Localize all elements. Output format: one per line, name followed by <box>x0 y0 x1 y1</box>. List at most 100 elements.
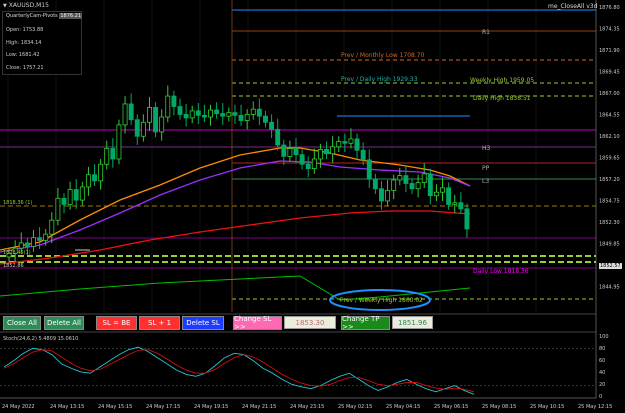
candle-body <box>31 237 36 247</box>
candle-body <box>159 116 165 133</box>
time-axis-label: 24 May 23:15 <box>290 404 324 410</box>
price-axis-label: 1874.35 <box>599 27 620 33</box>
price-axis-label: 1849.85 <box>599 242 620 248</box>
candle-body <box>214 109 220 114</box>
candle-body <box>128 103 134 121</box>
candle-body <box>263 115 268 123</box>
level-h3: H3 <box>482 145 491 152</box>
candle-body <box>49 219 55 235</box>
candle-body <box>275 128 281 146</box>
price-axis-label: 1871.90 <box>599 48 620 54</box>
candle-body <box>287 148 293 157</box>
price-axis-label: 1869.45 <box>599 70 620 76</box>
stoch-axis-label: 20 <box>599 382 605 388</box>
sl-plus1-button[interactable]: SL + 1 <box>139 316 180 330</box>
candle-body <box>201 114 207 118</box>
stoch-axis-label: 0 <box>599 394 602 400</box>
candle-body <box>458 202 464 210</box>
candle-body <box>385 190 391 202</box>
sl-be-button[interactable]: SL = BE <box>96 316 137 330</box>
delete-sl-button[interactable]: Delete SL <box>182 316 224 330</box>
candle-body <box>43 233 49 241</box>
candle-body <box>421 173 427 184</box>
price-axis-label: 1859.65 <box>599 156 620 162</box>
time-axis-label: 24 May 19:15 <box>194 404 228 410</box>
candle-body <box>134 119 140 137</box>
candle-body <box>171 95 177 107</box>
candle-body <box>226 112 232 117</box>
candle-body <box>18 242 24 249</box>
close-all-button[interactable]: Close All <box>3 316 41 330</box>
current-price-tag: 1852.57 <box>599 263 622 269</box>
time-axis-label: 25 May 08:15 <box>482 404 516 410</box>
candle-body <box>79 186 85 201</box>
candle-body <box>403 175 409 184</box>
change-sl-button[interactable]: Change SL >> <box>233 315 282 331</box>
stoch-axis-label: 100 <box>599 334 609 340</box>
time-axis-label: 24 May 15:15 <box>98 404 132 410</box>
level-pp: PP <box>482 165 490 172</box>
left-tag-2: 1823.45(1) <box>3 250 31 256</box>
ohlc-high: High: 1834.14 <box>6 40 42 46</box>
candle-body <box>250 108 256 115</box>
tp-value-field[interactable]: 1851.96 <box>392 316 433 329</box>
candle-body <box>281 144 287 157</box>
candle-body <box>330 146 336 155</box>
price-axis-label: 1844.95 <box>599 285 620 291</box>
stoch-axis-label: 80 <box>599 346 605 352</box>
price-axis-label: 1862.10 <box>599 134 620 140</box>
candle-body <box>391 179 397 191</box>
price-axis-label: 1854.75 <box>599 199 620 205</box>
left-tag-1: 1818.36 (1) <box>3 200 33 206</box>
candle-body <box>293 148 299 156</box>
candle-body <box>238 114 244 121</box>
candle-body <box>208 109 213 118</box>
stoch-axis-label: 60 <box>599 358 605 364</box>
delete-all-button[interactable]: Delete All <box>44 316 84 330</box>
price-axis-label: 1852.30 <box>599 220 620 226</box>
sl-value-field[interactable]: 1853.30 <box>284 316 336 329</box>
triangle-icon: ▼ <box>3 3 7 9</box>
candle-body <box>37 237 43 241</box>
candle-body <box>92 174 97 182</box>
left-tag-3: 1852.86 <box>3 263 24 269</box>
chart-background <box>0 0 625 413</box>
candle-body <box>464 208 470 230</box>
level-l3: L3 <box>482 178 490 185</box>
candle-body <box>446 187 452 205</box>
candle-body <box>177 106 183 115</box>
candle-body <box>189 110 195 119</box>
level-r1: R1 <box>482 29 490 36</box>
time-axis-label: 24 May 2022 <box>2 404 35 410</box>
price-chart: 1876.80 1874.35 1871.90 1869.45 1867.00 1864.… <box>0 0 625 413</box>
candle-body <box>379 188 384 202</box>
stoch-label: Stoch(24,6,2) 5.4809 15.0610 <box>3 336 79 342</box>
candle-body <box>342 141 348 144</box>
time-axis-label: 25 May 12:15 <box>578 404 612 410</box>
price-axis-label: 1864.55 <box>599 113 620 119</box>
candle-body <box>354 138 360 151</box>
time-axis-label: 24 May 17:15 <box>146 404 180 410</box>
ohlc-low: Low: 1681.42 <box>6 52 40 58</box>
candle-body <box>220 113 226 117</box>
candle-body <box>360 149 366 161</box>
ohlc-info-panel: QuarterlyCam-Pivots 1876.21 Open: 1753.8… <box>2 11 83 75</box>
candle-body <box>165 95 171 118</box>
candle-body <box>98 163 104 182</box>
candle-body <box>55 197 61 221</box>
candle-body <box>427 173 433 197</box>
candle-body <box>195 110 201 116</box>
candle-body <box>85 174 91 188</box>
time-axis-label: 25 May 04:15 <box>386 404 420 410</box>
candle-body <box>440 187 445 193</box>
candle-body <box>397 175 403 181</box>
level-daily-high: Daily High 1838.51 <box>473 95 531 102</box>
candle-body <box>140 121 146 137</box>
candle-body <box>256 108 262 117</box>
candle-body <box>67 189 73 205</box>
candle-body <box>61 197 67 205</box>
candle-body <box>305 163 311 170</box>
change-tp-button[interactable]: Change TP >> <box>341 315 390 331</box>
candle-body <box>372 178 378 190</box>
candle-body <box>324 148 329 155</box>
